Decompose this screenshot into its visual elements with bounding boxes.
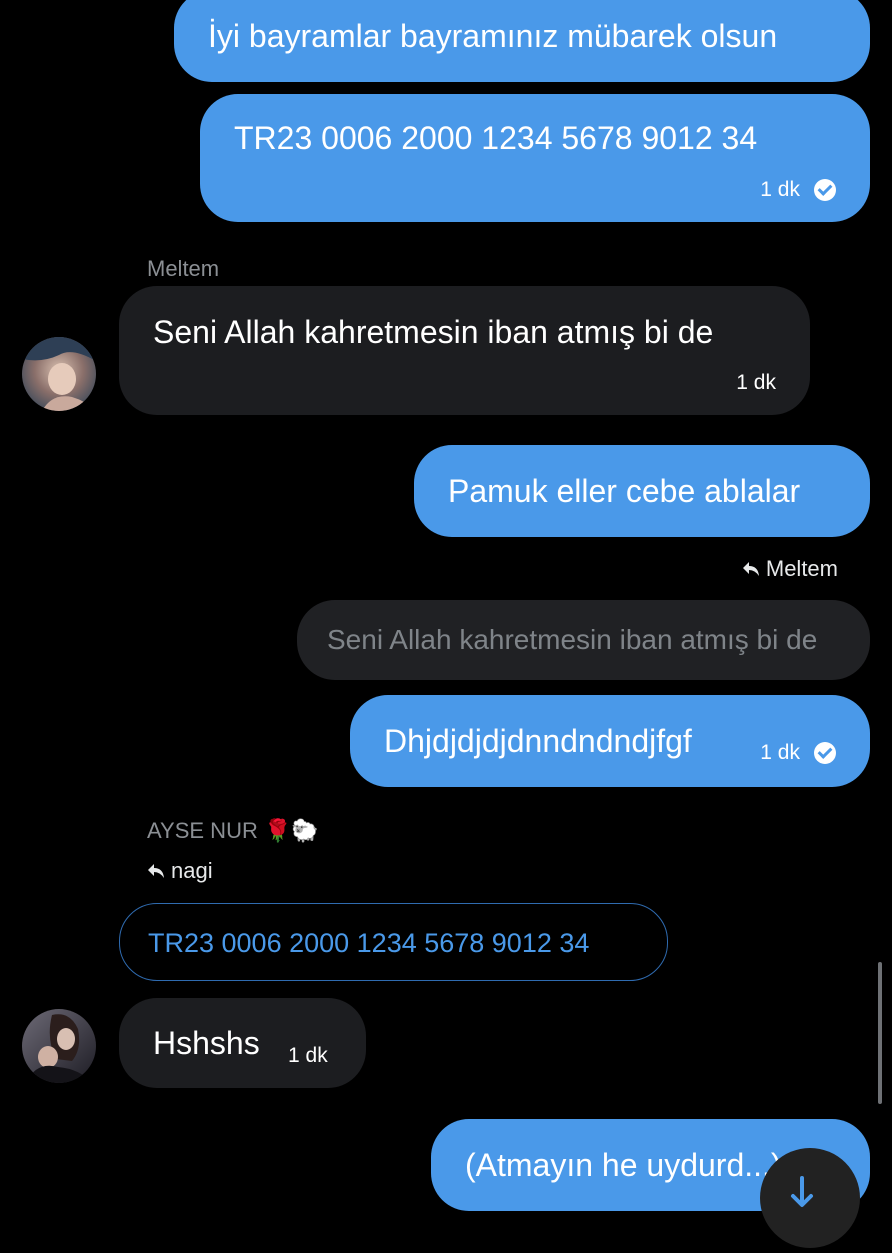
message-meta: 1 dk xyxy=(760,178,836,202)
message-text: Pamuk eller cebe ablalar xyxy=(448,473,801,509)
reply-arrow-icon xyxy=(742,562,759,576)
message-text: (Atmayın he uydurd...) xyxy=(465,1147,782,1183)
avatar-image-icon xyxy=(22,1009,96,1083)
message-bubble-incoming[interactable]: Seni Allah kahretmesin iban atmış bi de … xyxy=(119,286,810,415)
quoted-message-preview[interactable]: TR23 0006 2000 1234 5678 9012 34 xyxy=(119,903,668,981)
message-time: 1 dk xyxy=(760,178,800,201)
message-time: 1 dk xyxy=(288,1044,328,1067)
check-circle-icon xyxy=(814,179,836,201)
avatar[interactable] xyxy=(22,1009,96,1083)
sender-name: Meltem xyxy=(147,256,220,281)
scroll-to-bottom-button[interactable] xyxy=(760,1148,860,1248)
check-circle-icon xyxy=(814,742,836,764)
message-bubble-incoming[interactable]: Hshshs 1 dk xyxy=(119,998,366,1088)
message-time: 1 dk xyxy=(760,741,800,764)
scrollbar[interactable] xyxy=(878,962,882,1104)
quoted-text: Seni Allah kahretmesin iban atmış bi de xyxy=(327,624,818,655)
reply-indicator[interactable]: nagi xyxy=(147,858,213,884)
reply-target-name: nagi xyxy=(171,858,213,883)
message-text: İyi bayramlar bayramınız mübarek olsun xyxy=(208,18,778,54)
message-text: TR23 0006 2000 1234 5678 9012 34 xyxy=(234,120,758,156)
quoted-message-preview[interactable]: Seni Allah kahretmesin iban atmış bi de xyxy=(297,600,870,680)
sender-name: AYSE NUR 🌹🐑 xyxy=(147,818,319,843)
reply-arrow-icon xyxy=(148,864,164,878)
message-text: Hshshs xyxy=(153,1025,260,1061)
reply-target-name: Meltem xyxy=(765,556,838,581)
message-time: 1 dk xyxy=(736,371,776,394)
message-text: Dhjdjdjdjdnndndndjfgf xyxy=(384,723,692,759)
message-bubble-outgoing[interactable]: TR23 0006 2000 1234 5678 9012 34 1 dk xyxy=(200,94,870,222)
message-bubble-outgoing[interactable]: İyi bayramlar bayramınız mübarek olsun xyxy=(174,0,870,82)
reply-indicator[interactable]: Meltem xyxy=(742,556,838,582)
message-meta: 1 dk xyxy=(760,741,836,765)
message-bubble-outgoing[interactable]: Dhjdjdjdjdnndndndjfgf 1 dk xyxy=(350,695,870,787)
avatar-image-icon xyxy=(22,337,96,411)
arrow-down-icon xyxy=(791,1176,813,1207)
quoted-text: TR23 0006 2000 1234 5678 9012 34 xyxy=(148,928,590,958)
message-bubble-outgoing[interactable]: Pamuk eller cebe ablalar xyxy=(414,445,870,537)
message-text: Seni Allah kahretmesin iban atmış bi de xyxy=(153,314,714,350)
avatar[interactable] xyxy=(22,337,96,411)
